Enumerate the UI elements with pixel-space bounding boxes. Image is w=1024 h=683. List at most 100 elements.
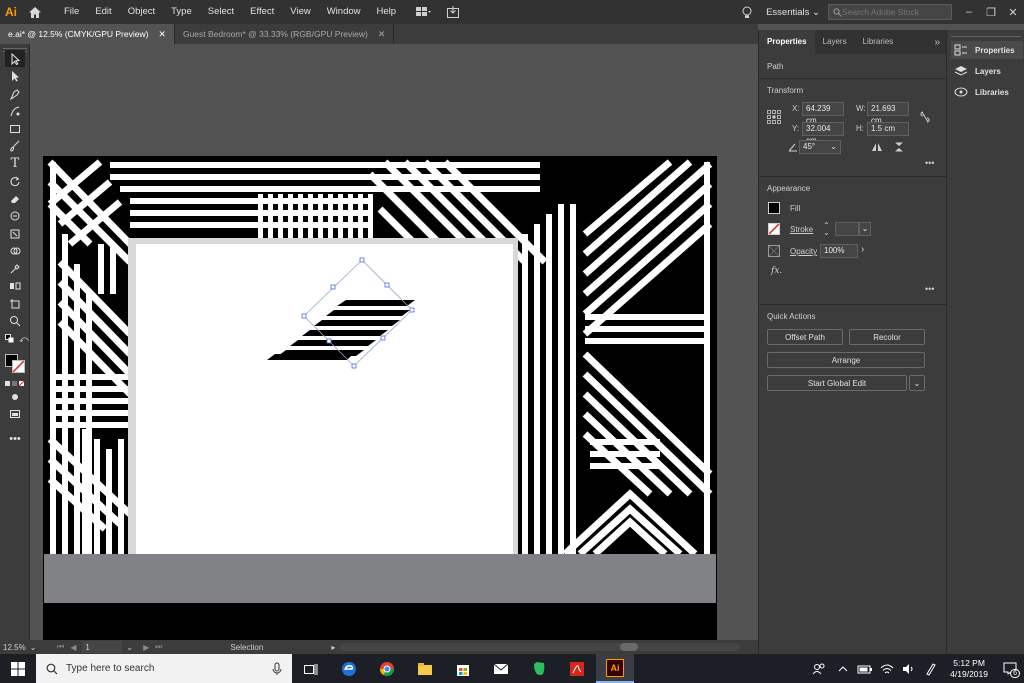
h-field[interactable]: 1.5 cm xyxy=(867,122,909,136)
chrome-icon[interactable] xyxy=(368,654,406,683)
task-view-icon[interactable] xyxy=(292,654,330,683)
recolor-button[interactable]: Recolor xyxy=(849,329,925,345)
close-tab-icon[interactable]: ✕ xyxy=(158,29,166,40)
start-global-edit-button[interactable]: Start Global Edit xyxy=(767,375,907,391)
dock-properties[interactable]: Properties xyxy=(951,41,1023,59)
minimize-button[interactable]: – xyxy=(958,0,980,24)
zoom-tool-icon[interactable] xyxy=(5,312,25,329)
volume-icon[interactable] xyxy=(898,654,920,683)
warp-tool-icon[interactable] xyxy=(5,207,25,224)
more-options-icon[interactable]: ••• xyxy=(925,158,934,168)
rectangle-tool-icon[interactable] xyxy=(5,120,25,137)
taskbar-search[interactable]: Type here to search xyxy=(36,654,292,683)
color-mode-icons[interactable] xyxy=(5,380,25,388)
restore-button[interactable]: ❐ xyxy=(980,0,1002,24)
pen-workspace-icon[interactable] xyxy=(920,654,942,683)
edge-icon[interactable] xyxy=(330,654,368,683)
effects-fx-icon[interactable]: fx. xyxy=(771,266,782,276)
menu-window[interactable]: Window xyxy=(319,0,369,24)
mail-icon[interactable] xyxy=(482,654,520,683)
battery-icon[interactable] xyxy=(854,654,876,683)
home-icon[interactable] xyxy=(22,0,48,24)
tab-properties[interactable]: Properties xyxy=(759,30,815,54)
workspace-switcher[interactable]: Essentials ⌄ xyxy=(758,7,828,18)
panel-grip[interactable] xyxy=(951,36,1021,39)
opacity-field[interactable]: 100% xyxy=(820,244,858,258)
wifi-icon[interactable] xyxy=(876,654,898,683)
action-center-icon[interactable]: 6 xyxy=(996,654,1024,683)
dock-layers[interactable]: Layers xyxy=(951,62,1023,80)
free-transform-tool-icon[interactable] xyxy=(5,225,25,242)
paintbrush-tool-icon[interactable] xyxy=(5,137,25,154)
constrain-proportions-icon[interactable] xyxy=(919,110,931,124)
collapse-panel-icon[interactable]: » xyxy=(934,37,940,48)
y-field[interactable]: 32.004 cm xyxy=(802,122,844,145)
x-field[interactable]: 64.239 cm xyxy=(802,102,844,125)
stock-search[interactable] xyxy=(828,4,952,20)
zoom-level-field[interactable]: 12.5% ⌄ xyxy=(3,641,47,653)
menu-file[interactable]: File xyxy=(56,0,87,24)
last-artboard-icon[interactable]: ⏭ xyxy=(155,642,162,652)
status-menu-icon[interactable]: ▸ xyxy=(331,643,335,652)
rotate-angle-field[interactable]: 45° ⌄ xyxy=(799,140,841,154)
microphone-icon[interactable] xyxy=(272,662,282,676)
arrange-button[interactable]: Arrange xyxy=(767,352,925,368)
show-hidden-icons-icon[interactable] xyxy=(832,654,854,683)
more-options-icon[interactable]: ••• xyxy=(925,284,934,294)
dock-libraries[interactable]: Libraries xyxy=(951,83,1023,101)
evernote-icon[interactable] xyxy=(520,654,558,683)
menu-edit[interactable]: Edit xyxy=(87,0,119,24)
people-icon[interactable] xyxy=(806,654,832,683)
stroke-label[interactable]: Stroke xyxy=(790,225,813,234)
screen-mode-icon[interactable] xyxy=(5,405,25,422)
stock-search-input[interactable] xyxy=(842,7,946,17)
start-button[interactable] xyxy=(0,654,36,683)
acrobat-icon[interactable] xyxy=(558,654,596,683)
type-tool-icon[interactable]: T xyxy=(5,155,25,172)
swap-colors-icon[interactable]: ⤺ xyxy=(19,334,29,344)
opacity-label[interactable]: Opacity xyxy=(790,247,817,256)
stroke-stepper[interactable]: ⌃ ⌄ xyxy=(823,222,833,237)
arrange-documents-icon[interactable] xyxy=(412,0,434,24)
more-tools-icon[interactable]: ••• xyxy=(5,430,25,447)
eraser-tool-icon[interactable] xyxy=(5,190,25,207)
horizontal-scrollbar[interactable] xyxy=(340,643,740,651)
menu-object[interactable]: Object xyxy=(120,0,163,24)
default-colors-icon[interactable] xyxy=(5,334,14,343)
tab-libraries[interactable]: Libraries xyxy=(855,30,902,54)
file-explorer-icon[interactable] xyxy=(406,654,444,683)
stroke-swatch[interactable] xyxy=(12,360,25,373)
w-field[interactable]: 21.693 cm xyxy=(867,102,909,125)
tab-guest-bedroom[interactable]: Guest Bedroom* @ 33.33% (RGB/GPU Preview… xyxy=(174,24,395,44)
clock[interactable]: 5:12 PM 4/19/2019 xyxy=(942,658,996,680)
stroke-weight-dropdown[interactable]: ⌄ xyxy=(859,222,871,236)
menu-help[interactable]: Help xyxy=(369,0,405,24)
stroke-weight-field[interactable] xyxy=(835,222,859,236)
rotate-tool-icon[interactable] xyxy=(5,172,25,189)
menu-select[interactable]: Select xyxy=(200,0,242,24)
tab-layers[interactable]: Layers xyxy=(815,30,855,54)
menu-view[interactable]: View xyxy=(282,0,318,24)
blend-tool-icon[interactable] xyxy=(5,277,25,294)
selection-tool-icon[interactable] xyxy=(5,50,25,67)
menu-effect[interactable]: Effect xyxy=(242,0,282,24)
reference-point-icon[interactable] xyxy=(767,110,781,124)
draw-mode-icon[interactable] xyxy=(5,388,25,405)
curvature-tool-icon[interactable] xyxy=(5,102,25,119)
scrollbar-thumb[interactable] xyxy=(620,643,638,651)
flip-horizontal-icon[interactable] xyxy=(871,142,883,152)
chevron-down-icon[interactable]: ⌄ xyxy=(126,643,133,652)
close-tab-icon[interactable]: ✕ xyxy=(378,29,386,40)
offset-path-button[interactable]: Offset Path xyxy=(767,329,843,345)
previous-artboard-icon[interactable]: ◀ xyxy=(70,643,76,652)
illustrator-taskbar-icon[interactable]: Ai xyxy=(596,654,634,683)
direct-selection-tool-icon[interactable] xyxy=(5,67,25,84)
shape-builder-tool-icon[interactable] xyxy=(5,242,25,259)
send-icon[interactable] xyxy=(442,0,464,24)
first-artboard-icon[interactable]: ⏮ xyxy=(57,642,64,652)
next-artboard-icon[interactable]: ▶ xyxy=(143,643,149,652)
artboard-tool-icon[interactable] xyxy=(5,295,25,312)
menu-type[interactable]: Type xyxy=(163,0,200,24)
close-button[interactable]: ✕ xyxy=(1002,0,1024,24)
opacity-chevron-icon[interactable]: › xyxy=(861,244,864,255)
